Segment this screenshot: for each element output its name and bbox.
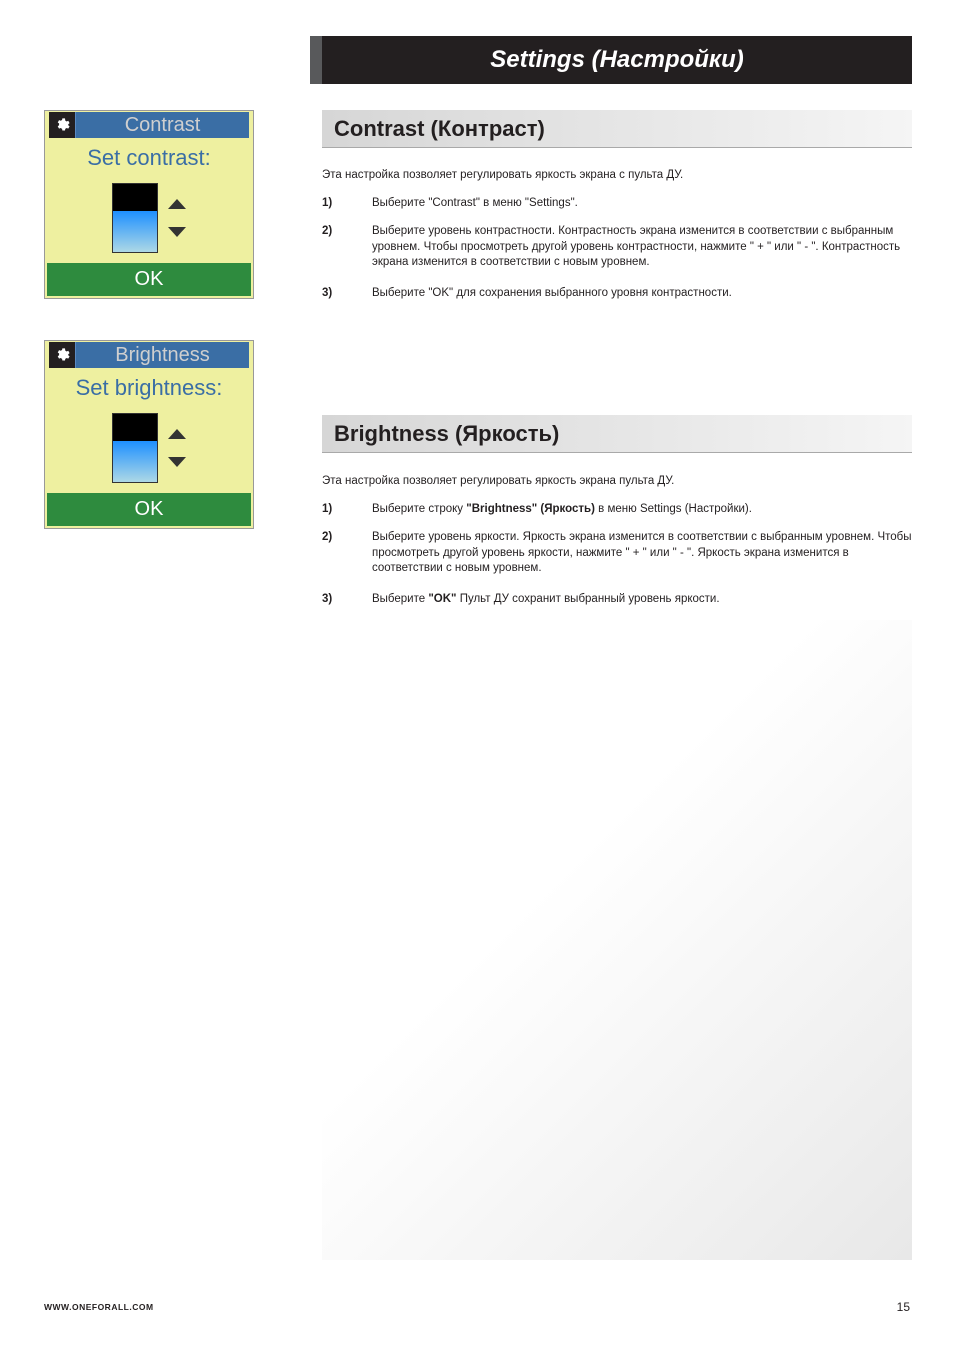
arrow-down-icon[interactable] xyxy=(168,227,186,237)
section-heading-text: Contrast (Контраст) xyxy=(334,116,545,142)
footer-page-number: 15 xyxy=(897,1300,910,1314)
page-header: Settings (Настройки) xyxy=(322,36,912,84)
widget-subtitle: Set brightness: xyxy=(45,369,253,409)
header-accent xyxy=(310,36,322,84)
arrow-up-icon[interactable] xyxy=(168,429,186,439)
slider-arrows xyxy=(168,429,186,467)
contrast-step-2: 2) Выберите уровень контрастности. Контр… xyxy=(322,224,912,271)
slider-bar xyxy=(112,183,158,253)
arrow-down-icon[interactable] xyxy=(168,457,186,467)
widget-header: Brightness xyxy=(45,341,253,369)
section-heading-text: Brightness (Яркость) xyxy=(334,421,559,447)
brightness-step-3: 3) Выберите "OK" Пульт ДУ сохранит выбра… xyxy=(322,592,912,608)
step-post: в меню Settings (Настройки). xyxy=(595,503,752,515)
brightness-step-1: 1) Выберите строку "Brightness" (Яркость… xyxy=(322,502,912,518)
widget-title: Brightness xyxy=(75,342,249,368)
slider-bar xyxy=(112,413,158,483)
contrast-step-1: 1) Выберите "Contrast" в меню "Settings"… xyxy=(322,196,912,212)
step-number: 2) xyxy=(322,224,372,271)
brightness-section-heading: Brightness (Яркость) xyxy=(322,415,912,453)
contrast-section-heading: Contrast (Контраст) xyxy=(322,110,912,148)
ok-button[interactable]: OK xyxy=(47,493,251,526)
step-number: 1) xyxy=(322,196,372,212)
contrast-widget: Contrast Set contrast: OK xyxy=(44,110,254,299)
widget-subtitle: Set contrast: xyxy=(45,139,253,179)
step-text: Выберите "OK" для сохранения выбранного … xyxy=(372,286,912,302)
step-number: 2) xyxy=(322,530,372,577)
brightness-step-2: 2) Выберите уровень яркости. Яркость экр… xyxy=(322,530,912,577)
step-number: 3) xyxy=(322,286,372,302)
step-pre: Выберите строку xyxy=(372,503,466,515)
contrast-slider[interactable] xyxy=(45,179,253,263)
arrow-up-icon[interactable] xyxy=(168,199,186,209)
slider-arrows xyxy=(168,199,186,237)
step-pre: Выберите xyxy=(372,593,428,605)
step-text: Выберите строку "Brightness" (Яркость) в… xyxy=(372,502,912,518)
contrast-intro: Эта настройка позволяет регулировать ярк… xyxy=(322,168,912,184)
footer: WWW.ONEFORALL.COM 15 xyxy=(44,1300,910,1314)
widget-header: Contrast xyxy=(45,111,253,139)
background-gradient xyxy=(322,620,912,1260)
brightness-widget: Brightness Set brightness: OK xyxy=(44,340,254,529)
footer-url: WWW.ONEFORALL.COM xyxy=(44,1302,154,1312)
step-text: Выберите "Contrast" в меню "Settings". xyxy=(372,196,912,212)
step-bold: "OK" xyxy=(428,593,456,605)
widget-title: Contrast xyxy=(75,112,249,138)
contrast-step-3: 3) Выберите "OK" для сохранения выбранно… xyxy=(322,286,912,302)
step-text: Выберите уровень яркости. Яркость экрана… xyxy=(372,530,912,577)
gear-icon xyxy=(49,342,75,368)
brightness-slider[interactable] xyxy=(45,409,253,493)
page-header-title: Settings (Настройки) xyxy=(490,46,744,74)
step-number: 3) xyxy=(322,592,372,608)
brightness-intro: Эта настройка позволяет регулировать ярк… xyxy=(322,474,912,490)
step-post: Пульт ДУ сохранит выбранный уровень ярко… xyxy=(457,593,720,605)
step-text: Выберите "OK" Пульт ДУ сохранит выбранны… xyxy=(372,592,912,608)
gear-icon xyxy=(49,112,75,138)
step-text: Выберите уровень контрастности. Контраст… xyxy=(372,224,912,271)
step-number: 1) xyxy=(322,502,372,518)
ok-button[interactable]: OK xyxy=(47,263,251,296)
step-bold: "Brightness" (Яркость) xyxy=(466,503,595,515)
